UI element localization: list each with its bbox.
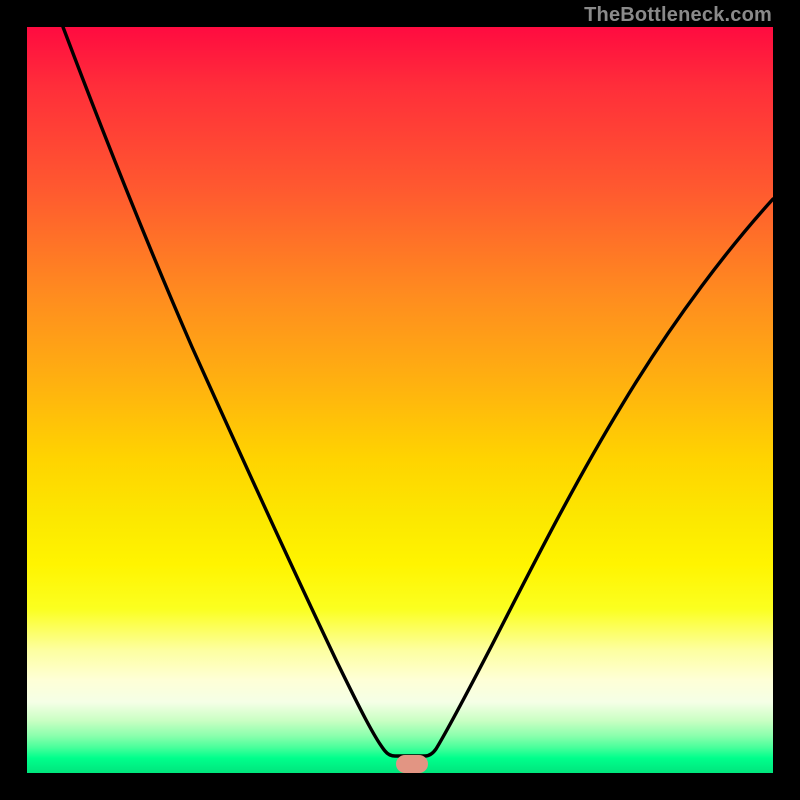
plot-background-gradient [27,27,773,773]
chart-stage: TheBottleneck.com [0,0,800,800]
watermark-text: TheBottleneck.com [584,4,772,27]
optimum-marker [396,755,428,773]
